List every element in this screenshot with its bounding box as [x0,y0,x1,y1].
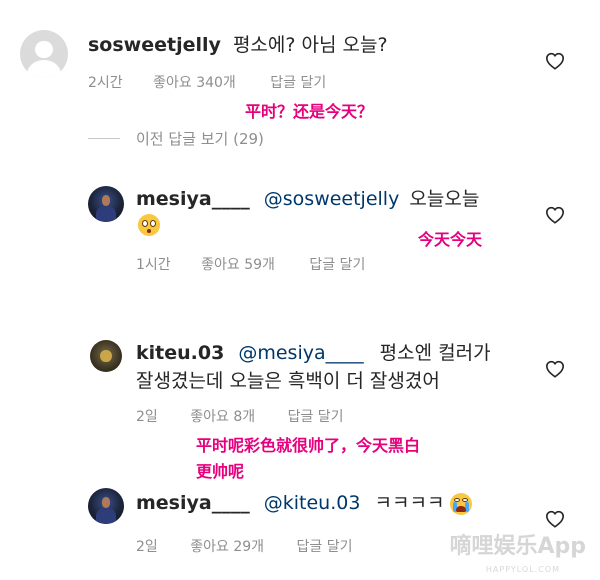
reply-button[interactable]: 답글 달기 [297,536,353,556]
comment-time: 1시간 [136,257,171,273]
comment-time: 2일 [136,409,158,425]
heart-icon[interactable] [545,206,565,224]
comment-line: mesiya____ @sosweetjelly 오늘오늘 [136,186,479,212]
heart-icon[interactable] [545,52,565,70]
avatar[interactable] [88,488,124,524]
comment-likes[interactable]: 좋아요 340개 [153,72,236,92]
reply-button[interactable]: 답글 달기 [270,72,326,92]
comment-meta: 2일 좋아요 8개 답글 달기 [136,406,344,426]
view-previous-replies-link[interactable]: 이전 답글 보기 (29) [136,128,264,149]
comment-line: kiteu.03 @mesiya____ 평소엔 컬러가 [136,340,491,366]
watermark-url: HAPPYLOL.COM [485,565,560,574]
heart-icon[interactable] [545,360,565,378]
comment-line: sosweetjelly 평소에? 아님 오늘? [88,32,388,58]
comment-text: 오늘오늘 [409,188,480,210]
translation-annotation-continued: 更帅呢 [196,462,245,481]
mention-link[interactable]: @sosweetjelly [264,188,400,210]
view-previous-label: 이전 답글 보기 (29) [136,130,264,148]
crying-face-emoji [450,492,473,515]
comment-text: 평소엔 컬러가 [379,342,491,364]
translation-annotation: 平时？还是今天？ [245,102,374,121]
comment-text-continued: 잘생겼는데 오늘은 흑백이 더 잘생겼어 [136,370,440,392]
watermark-logo: 嘀哩娱乐App [449,534,586,559]
comment-likes[interactable]: 좋아요 8개 [190,406,255,426]
comment-text: ㅋㅋㅋㅋ [374,492,445,514]
reply-button[interactable]: 답글 달기 [288,406,344,426]
comment-time: 2시간 [88,75,123,91]
avatar[interactable] [88,186,124,222]
avatar[interactable] [20,30,68,78]
reply-button[interactable]: 답글 달기 [309,254,365,274]
translation-annotation: 今天今天 [418,230,483,249]
comment-likes[interactable]: 좋아요 29개 [190,536,264,556]
comment-meta: 1시간 좋아요 59개 답글 달기 [136,254,365,274]
translation-annotation: 平时呢彩色就很帅了，今天黑白 [196,436,421,455]
divider [88,138,120,139]
avatar[interactable] [90,340,122,372]
heart-icon[interactable] [545,510,565,528]
comment-line: mesiya____ @kiteu.03 ㅋㅋㅋㅋ [136,490,473,516]
comment-username[interactable]: sosweetjelly [88,34,221,56]
comment-username[interactable]: kiteu.03 [136,342,224,364]
flushed-face-emoji [138,214,160,236]
comment-time: 2일 [136,539,158,555]
mention-link[interactable]: @mesiya____ [238,342,363,364]
comment-meta: 2시간 좋아요 340개 답글 달기 [88,72,326,92]
comment-username[interactable]: mesiya____ [136,492,250,514]
comment-text: 평소에? 아님 오늘? [232,34,388,56]
mention-link[interactable]: @kiteu.03 [264,492,361,514]
comment-username[interactable]: mesiya____ [136,188,250,210]
comment-likes[interactable]: 좋아요 59개 [201,254,275,274]
comment-meta: 2일 좋아요 29개 답글 달기 [136,536,352,556]
